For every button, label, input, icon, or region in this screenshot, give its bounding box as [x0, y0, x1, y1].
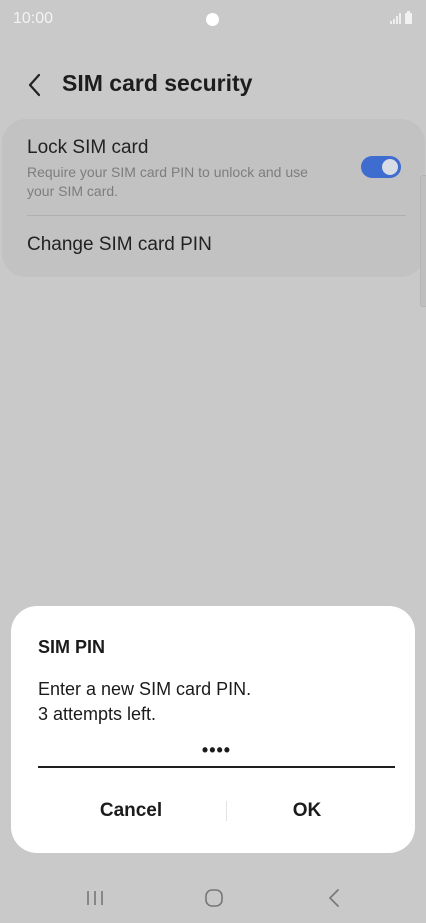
back-icon — [329, 889, 339, 907]
toggle-knob — [382, 159, 398, 175]
lock-sim-card-title: Lock SIM card — [27, 137, 149, 158]
recent-apps-button[interactable] — [73, 882, 117, 914]
dialog-message: Enter a new SIM card PIN. 3 attempts lef… — [38, 677, 251, 727]
status-bar: 10:00 — [0, 0, 426, 40]
signal-icon — [390, 12, 401, 24]
back-button[interactable] — [18, 68, 52, 102]
status-icons — [390, 11, 412, 24]
chevron-left-icon — [28, 73, 41, 97]
navigation-bar — [0, 870, 426, 923]
dialog-attempts-line: 3 attempts left. — [38, 704, 157, 724]
lock-sim-card-row[interactable]: Lock SIM card Require your SIM card PIN … — [2, 119, 425, 215]
dialog-message-line: Enter a new SIM card PIN. — [38, 679, 252, 699]
dialog-title: SIM PIN — [38, 637, 106, 657]
sim-pin-dialog: SIM PIN Enter a new SIM card PIN. 3 atte… — [11, 606, 415, 853]
home-button[interactable] — [192, 882, 236, 914]
lock-sim-card-description: Require your SIM card PIN to unlock and … — [27, 164, 308, 199]
cancel-button[interactable]: Cancel — [36, 789, 226, 833]
settings-card: Lock SIM card Require your SIM card PIN … — [2, 119, 425, 277]
status-time: 10:00 — [13, 10, 54, 27]
pin-input[interactable] — [38, 734, 395, 768]
scrollbar[interactable] — [420, 175, 426, 307]
nav-back-button[interactable] — [312, 882, 356, 914]
page-title: SIM card security — [62, 70, 253, 96]
lock-sim-card-toggle[interactable] — [361, 156, 401, 178]
app-bar: SIM card security — [0, 60, 426, 110]
home-icon — [205, 889, 223, 907]
recent-apps-icon — [87, 891, 103, 905]
change-sim-card-pin-label: Change SIM card PIN — [27, 234, 212, 255]
change-sim-card-pin-row[interactable]: Change SIM card PIN — [2, 216, 425, 277]
notification-dot-icon — [206, 13, 219, 26]
battery-icon — [405, 11, 412, 24]
dialog-buttons: Cancel OK — [11, 789, 415, 833]
ok-button[interactable]: OK — [212, 789, 402, 833]
